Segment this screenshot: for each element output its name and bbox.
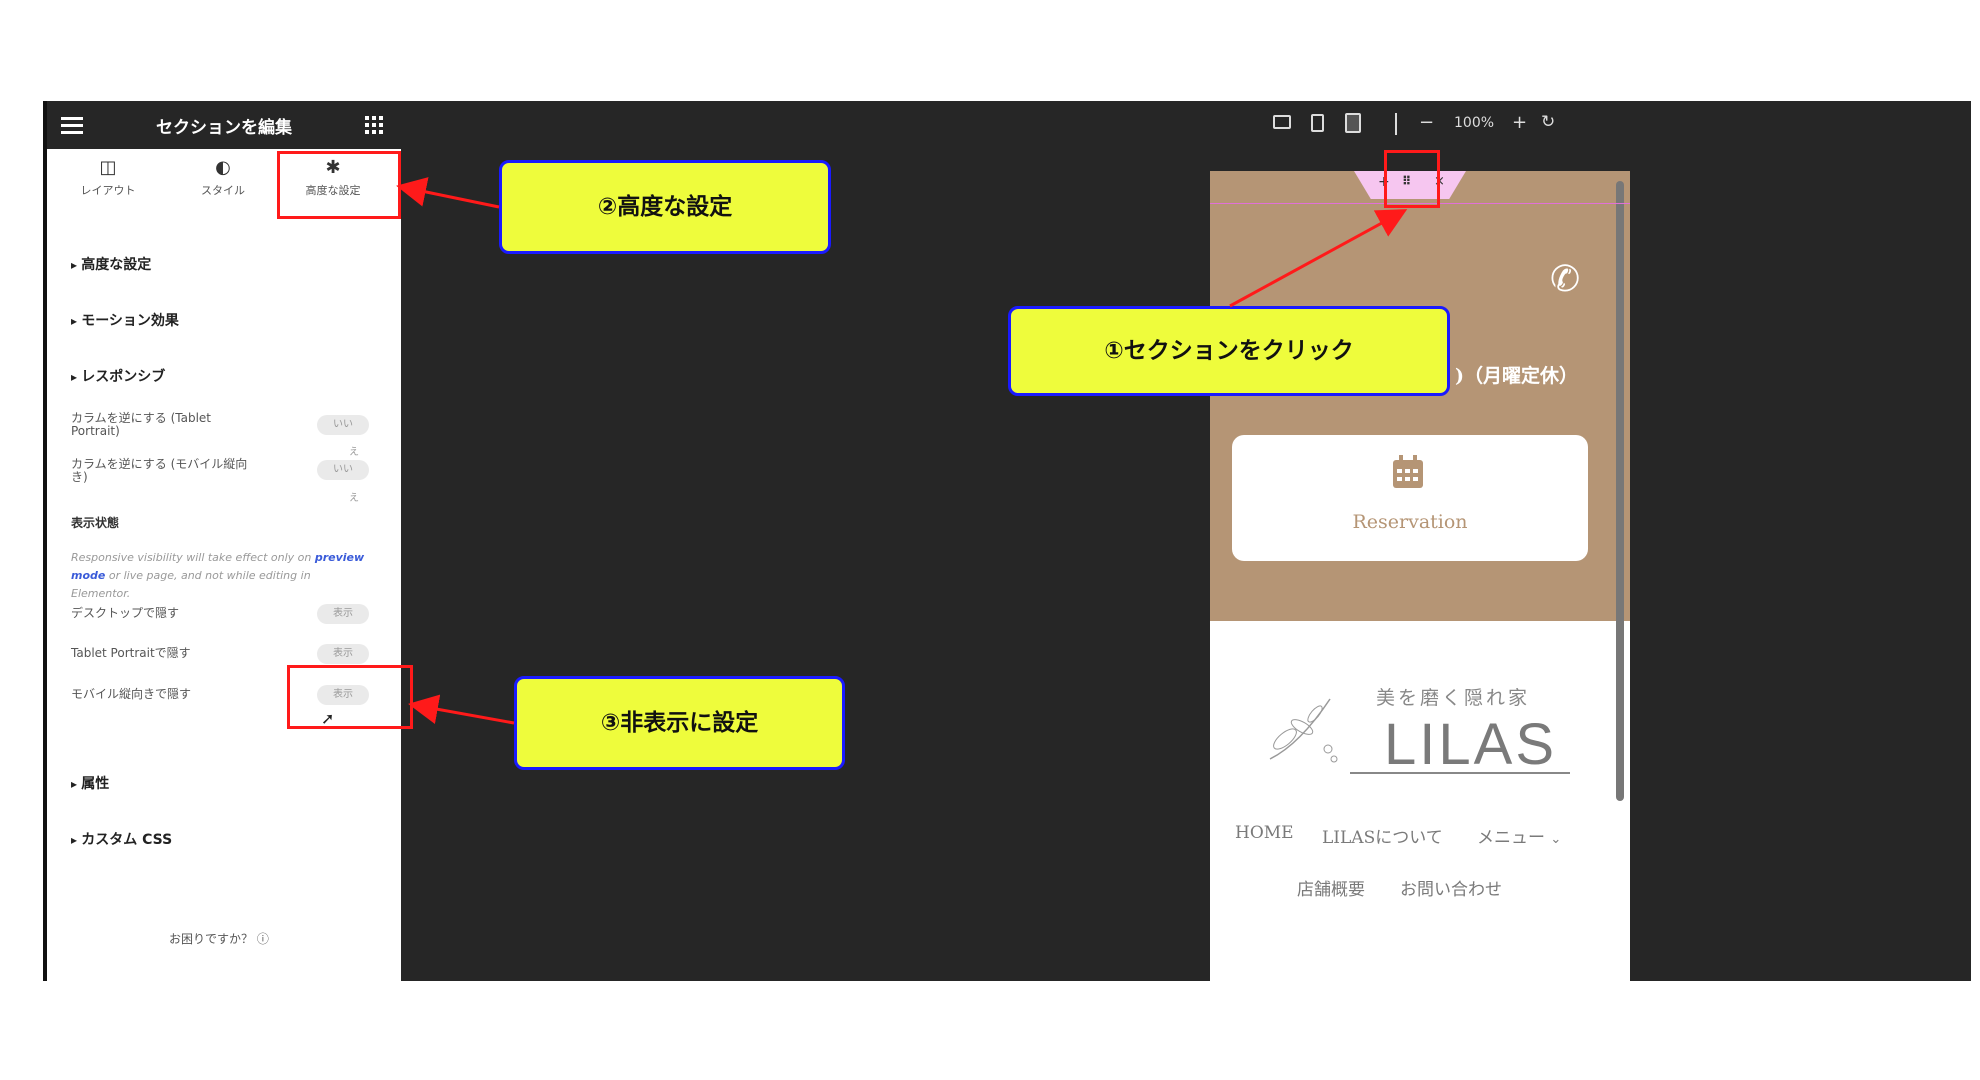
help-text: お困りですか？: [169, 932, 254, 946]
widgets-grid-icon[interactable]: [365, 116, 383, 134]
callout-advanced: ②高度な設定: [499, 160, 831, 254]
logo-underline: [1350, 772, 1570, 774]
business-hours: )（月曜定休）: [1455, 365, 1578, 387]
hide-desktop-label: デスクトップで隠す: [71, 606, 180, 620]
device-toolbar: − 100% + ↻: [397, 101, 1971, 149]
zoom-level: 100%: [1454, 115, 1495, 131]
edit-section-panel: セクションを編集 ◫ レイアウト ◐ スタイル ✱ 高度な設定 高度な設定 モー…: [43, 101, 413, 981]
help-link[interactable]: お困りですか？ ⓘ: [169, 930, 269, 947]
toolbar-divider: [1395, 113, 1397, 135]
tab-label: スタイル: [201, 184, 245, 197]
reverse-mobile-toggle[interactable]: いい: [317, 460, 369, 480]
tab-layout[interactable]: ◫ レイアウト: [58, 157, 158, 217]
chevron-down-icon: ⌄: [1550, 832, 1562, 847]
toggle-suffix: え: [349, 493, 359, 504]
section-attributes[interactable]: 属性: [71, 773, 109, 793]
section-advanced[interactable]: 高度な設定: [71, 254, 151, 274]
advanced-tab-highlight: [277, 151, 401, 219]
logo-wordmark: LILAS: [1384, 712, 1557, 777]
section-handle-highlight: [1384, 150, 1440, 208]
nav-contact[interactable]: お問い合わせ: [1400, 875, 1502, 900]
hide-desktop-toggle[interactable]: 表示: [317, 604, 369, 624]
note-text: or live page, and not while editing in E…: [71, 569, 311, 600]
nav-menu[interactable]: メニュー ⌄: [1477, 823, 1561, 848]
section-responsive[interactable]: レスポンシブ: [71, 366, 165, 386]
contrast-icon: ◐: [215, 157, 231, 178]
nav-store-info[interactable]: 店舗概要: [1297, 875, 1365, 900]
hero-section[interactable]: ✆ )（月曜定休） Reservation: [1210, 171, 1630, 621]
reverse-mobile-label: カラムを逆にする (モバイル縦向き): [71, 457, 248, 484]
nav-menu-label: メニュー: [1477, 828, 1545, 848]
cursor-icon: ➚: [321, 709, 335, 728]
question-circle-icon: ⓘ: [256, 932, 269, 946]
nav-home[interactable]: HOME: [1235, 823, 1294, 843]
columns-icon: ◫: [99, 157, 117, 178]
reverse-tablet-toggle[interactable]: いい: [317, 415, 369, 435]
phone-icon: ✆: [1550, 259, 1581, 300]
hide-mobile-highlight: [287, 665, 413, 729]
reverse-tablet-label: カラムを逆にする (Tablet Portrait): [71, 411, 211, 438]
mobile-icon[interactable]: [1345, 113, 1361, 133]
zoom-in-button[interactable]: +: [1512, 112, 1527, 133]
calendar-icon: [1393, 455, 1423, 488]
leaf-logo-icon: [1269, 698, 1338, 763]
visibility-note: Responsive visibility will take effect o…: [71, 549, 371, 603]
hide-tablet-toggle[interactable]: 表示: [317, 644, 369, 664]
preview-scrollbar[interactable]: [1616, 181, 1624, 801]
hide-tablet-label: Tablet Portraitで隠す: [71, 646, 191, 660]
visibility-heading: 表示状態: [71, 516, 120, 530]
logo-tagline: 美を磨く隠れ家: [1376, 687, 1531, 709]
tab-label: レイアウト: [80, 184, 136, 197]
panel-title: セクションを編集: [156, 118, 292, 138]
callout-click-section: ①セクションをクリック: [1008, 306, 1450, 396]
desktop-icon[interactable]: [1273, 115, 1291, 129]
zoom-out-button[interactable]: −: [1419, 112, 1434, 133]
reservation-label: Reservation: [1352, 511, 1468, 533]
hide-mobile-label: モバイル縦向きで隠す: [71, 687, 192, 701]
section-custom-css[interactable]: カスタム CSS: [71, 829, 172, 849]
toggle-suffix: え: [349, 447, 359, 458]
callout-hide: ③非表示に設定: [514, 676, 845, 770]
section-motion[interactable]: モーション効果: [71, 310, 179, 330]
reset-zoom-icon[interactable]: ↻: [1541, 112, 1555, 132]
note-text: Responsive visibility will take effect o…: [71, 551, 312, 564]
tablet-icon[interactable]: [1311, 114, 1324, 132]
reservation-button[interactable]: Reservation: [1232, 435, 1588, 561]
panel-header: セクションを編集: [47, 101, 401, 149]
mobile-preview: ✆ )（月曜定休） Reservation 美を磨く隠れ家 LILAS HOME…: [1210, 171, 1630, 981]
nav-about[interactable]: LILASについて: [1322, 823, 1443, 848]
tab-style[interactable]: ◐ スタイル: [173, 157, 273, 217]
